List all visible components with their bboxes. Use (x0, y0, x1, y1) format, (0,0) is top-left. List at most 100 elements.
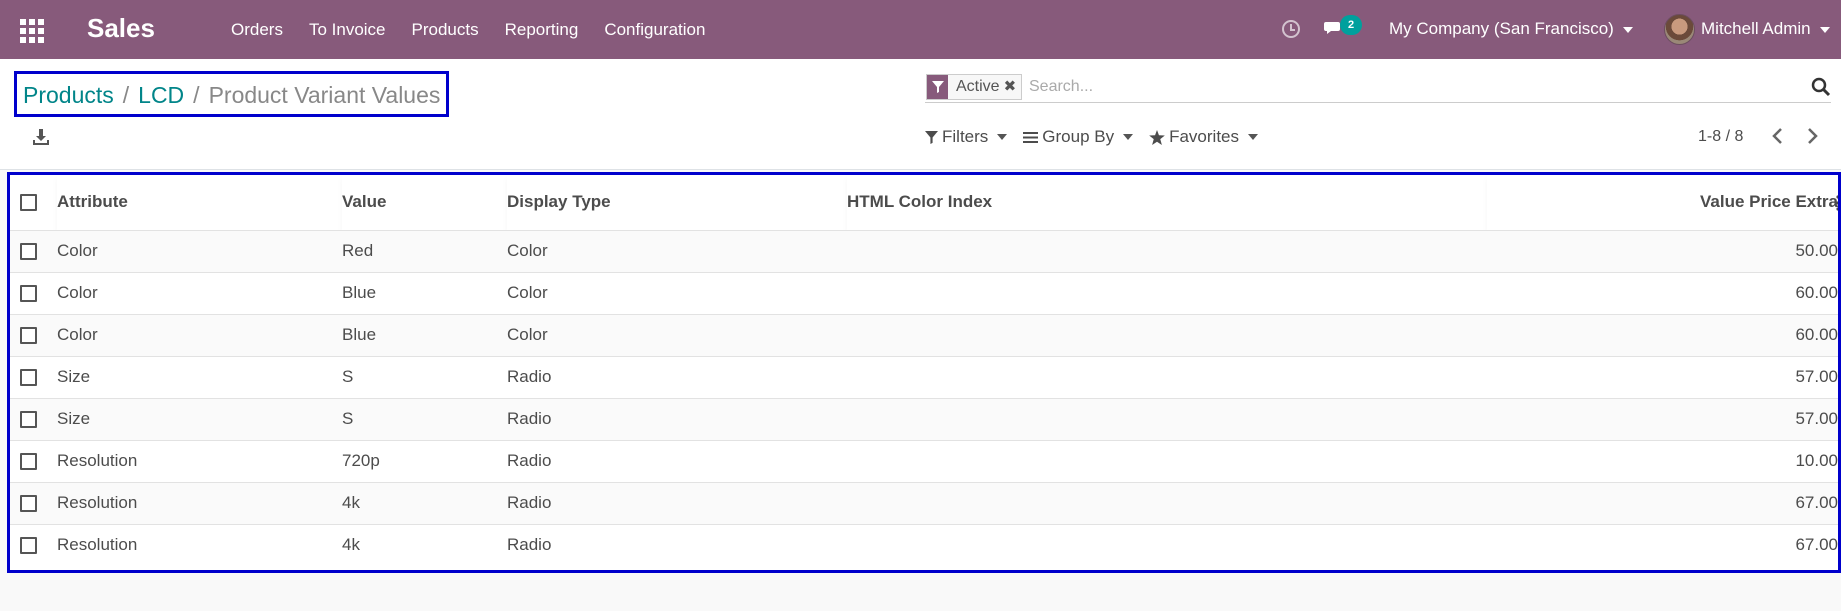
column-header-value-price-extra[interactable]: Value Price Extra (1487, 175, 1838, 230)
cell-display-type[interactable]: Radio (507, 398, 847, 440)
table-row[interactable]: Resolution 720p Radio 10.00 (10, 440, 1838, 482)
cell-attribute[interactable]: Size (57, 398, 342, 440)
menu-item-to-invoice[interactable]: To Invoice (296, 20, 399, 40)
app-name[interactable]: Sales (87, 13, 155, 44)
cell-value-price-extra[interactable]: 67.00 (1487, 524, 1838, 566)
cell-html-color-index[interactable] (847, 230, 1487, 272)
chevron-down-icon (1622, 26, 1633, 33)
menu-item-configuration[interactable]: Configuration (591, 20, 718, 40)
row-checkbox-cell (10, 272, 57, 314)
row-checkbox[interactable] (20, 537, 37, 555)
cell-value[interactable]: Red (342, 230, 507, 272)
group-by-label: Group By (1042, 127, 1115, 146)
pager-value[interactable]: 1-8 / 8 (1698, 128, 1743, 146)
cell-display-type[interactable]: Radio (507, 524, 847, 566)
row-checkbox-cell (10, 230, 57, 272)
row-checkbox[interactable] (20, 411, 37, 429)
select-all-cell (10, 175, 57, 230)
menu-item-reporting[interactable]: Reporting (492, 20, 592, 40)
download-icon[interactable] (30, 126, 52, 148)
breadcrumb-products[interactable]: Products (23, 82, 114, 109)
cell-attribute[interactable]: Color (57, 230, 342, 272)
cell-html-color-index[interactable] (847, 356, 1487, 398)
chevron-down-icon (997, 134, 1008, 140)
cell-value-price-extra[interactable]: 60.00 (1487, 314, 1838, 356)
cell-value[interactable]: 4k (342, 482, 507, 524)
cell-display-type[interactable]: Radio (507, 356, 847, 398)
cell-display-type[interactable]: Color (507, 272, 847, 314)
chevron-right-icon[interactable] (1803, 125, 1821, 147)
cell-html-color-index[interactable] (847, 524, 1487, 566)
cell-value[interactable]: S (342, 356, 507, 398)
cell-html-color-index[interactable] (847, 398, 1487, 440)
main-menu: Orders To Invoice Products Reporting Con… (218, 0, 718, 59)
user-menu[interactable]: Mitchell Admin (1701, 19, 1830, 39)
table-row[interactable]: Resolution 4k Radio 67.00 (10, 524, 1838, 566)
cell-attribute[interactable]: Color (57, 272, 342, 314)
user-name: Mitchell Admin (1701, 19, 1811, 38)
cell-attribute[interactable]: Resolution (57, 482, 342, 524)
table-row[interactable]: Color Red Color 50.00 (10, 230, 1838, 272)
search-icon[interactable] (1811, 77, 1831, 97)
row-checkbox-cell (10, 482, 57, 524)
cell-attribute[interactable]: Color (57, 314, 342, 356)
cell-value[interactable]: Blue (342, 272, 507, 314)
cell-html-color-index[interactable] (847, 272, 1487, 314)
row-checkbox[interactable] (20, 285, 37, 303)
column-header-value[interactable]: Value (342, 175, 507, 230)
cell-value-price-extra[interactable]: 60.00 (1487, 272, 1838, 314)
column-header-html-color-index[interactable]: HTML Color Index (847, 175, 1487, 230)
remove-facet-icon[interactable]: ✖ (1004, 75, 1022, 99)
cell-attribute[interactable]: Resolution (57, 524, 342, 566)
cell-value-price-extra[interactable]: 50.00 (1487, 230, 1838, 272)
cell-value-price-extra[interactable]: 57.00 (1487, 398, 1838, 440)
apps-menu-icon[interactable] (20, 19, 44, 43)
column-header-attribute[interactable]: Attribute (57, 175, 342, 230)
cell-value[interactable]: 720p (342, 440, 507, 482)
cell-display-type[interactable]: Color (507, 230, 847, 272)
row-checkbox[interactable] (20, 327, 37, 345)
cell-html-color-index[interactable] (847, 482, 1487, 524)
cell-attribute[interactable]: Resolution (57, 440, 342, 482)
row-checkbox[interactable] (20, 369, 37, 387)
search-input[interactable] (1029, 75, 1789, 99)
row-checkbox[interactable] (20, 453, 37, 471)
facet-label: Active (956, 78, 1000, 95)
cell-value-price-extra[interactable]: 67.00 (1487, 482, 1838, 524)
column-header-display-type[interactable]: Display Type (507, 175, 847, 230)
cell-value[interactable]: S (342, 398, 507, 440)
table-row[interactable]: Color Blue Color 60.00 (10, 272, 1838, 314)
row-checkbox[interactable] (20, 243, 37, 261)
cell-display-type[interactable]: Color (507, 314, 847, 356)
table-row[interactable]: Resolution 4k Radio 67.00 (10, 482, 1838, 524)
cell-html-color-index[interactable] (847, 440, 1487, 482)
group-by-dropdown[interactable]: Group By (1023, 127, 1134, 147)
search-bar: Active ✖ (925, 73, 1831, 103)
favorites-dropdown[interactable]: Favorites (1149, 127, 1259, 147)
table-row[interactable]: Color Blue Color 60.00 (10, 314, 1838, 356)
breadcrumb-separator: / (122, 82, 130, 108)
row-checkbox[interactable] (20, 495, 37, 513)
menu-item-orders[interactable]: Orders (218, 20, 296, 40)
list-icon (1023, 131, 1039, 143)
cell-value-price-extra[interactable]: 10.00 (1487, 440, 1838, 482)
cell-value-price-extra[interactable]: 57.00 (1487, 356, 1838, 398)
table-row[interactable]: Size S Radio 57.00 (10, 356, 1838, 398)
cell-value[interactable]: Blue (342, 314, 507, 356)
table-row[interactable]: Size S Radio 57.00 (10, 398, 1838, 440)
menu-item-products[interactable]: Products (399, 20, 492, 40)
company-switcher[interactable]: My Company (San Francisco) (1389, 19, 1633, 39)
cell-display-type[interactable]: Radio (507, 482, 847, 524)
chevron-left-icon[interactable] (1769, 125, 1787, 147)
cell-html-color-index[interactable] (847, 314, 1487, 356)
filter-icon (925, 130, 938, 144)
user-avatar[interactable] (1664, 14, 1695, 45)
cell-value[interactable]: 4k (342, 524, 507, 566)
list-view: Attribute Value Display Type HTML Color … (7, 172, 1841, 573)
select-all-checkbox[interactable] (20, 194, 37, 212)
breadcrumb-lcd[interactable]: LCD (138, 82, 184, 109)
cell-display-type[interactable]: Radio (507, 440, 847, 482)
filters-dropdown[interactable]: Filters (925, 127, 1008, 147)
activity-clock-icon[interactable] (1282, 20, 1300, 38)
cell-attribute[interactable]: Size (57, 356, 342, 398)
